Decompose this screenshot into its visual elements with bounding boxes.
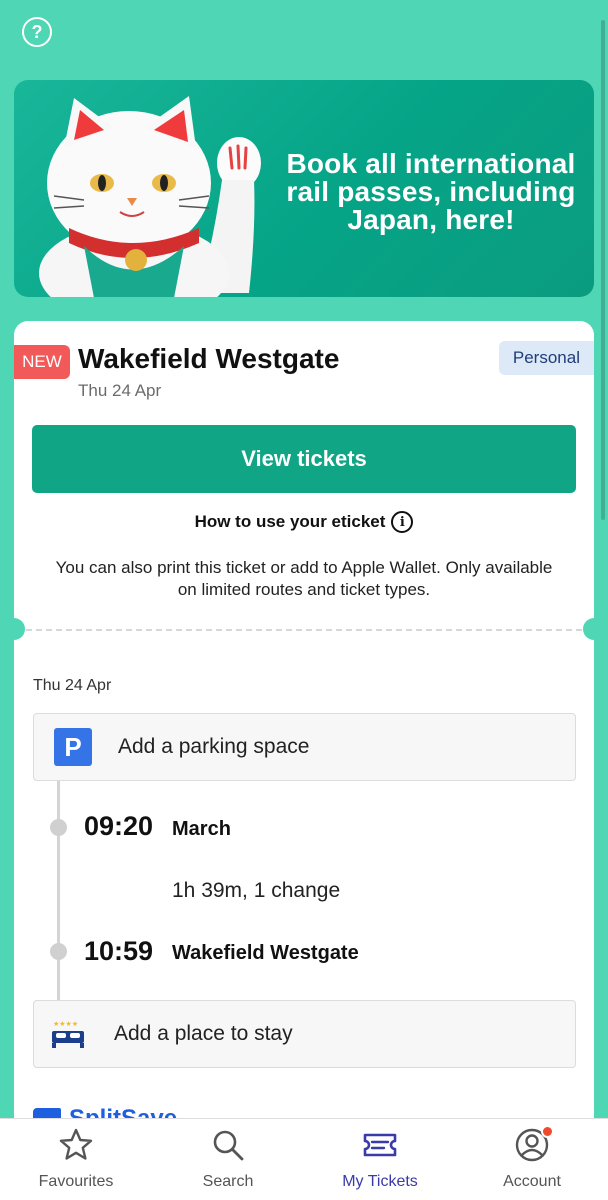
- tab-account-label: Account: [503, 1173, 561, 1190]
- ticket-card: NEW Wakefield Westgate Thu 24 Apr Person…: [3, 321, 605, 1200]
- tab-favourites[interactable]: Favourites: [0, 1119, 152, 1200]
- add-parking-button[interactable]: P Add a parking space: [33, 713, 576, 781]
- add-stay-button[interactable]: ★★★★ Add a place to stay: [33, 1000, 576, 1068]
- tab-search-label: Search: [202, 1173, 254, 1190]
- ticket-notch-right: [583, 618, 605, 640]
- bottom-tab-bar: Favourites Search My Tickets Account: [0, 1118, 608, 1200]
- star-icon: [59, 1128, 93, 1160]
- tab-my-tickets-label: My Tickets: [342, 1173, 418, 1190]
- notification-dot: [541, 1125, 554, 1138]
- howto-label: How to use your eticket: [194, 512, 386, 531]
- svg-text:★★★★: ★★★★: [53, 1020, 78, 1028]
- tab-search[interactable]: Search: [152, 1119, 304, 1200]
- view-tickets-button[interactable]: View tickets: [32, 425, 576, 493]
- question-circle-icon[interactable]: ?: [22, 17, 52, 47]
- scrollbar[interactable]: [601, 20, 605, 520]
- journey-duration: 1h 39m, 1 change: [172, 879, 341, 902]
- arrival-time: 10:59: [84, 936, 154, 966]
- ticket-icon: [363, 1133, 397, 1157]
- departure-dot: [50, 819, 67, 836]
- parking-icon: P: [54, 728, 92, 766]
- print-note: You can also print this ticket or add to…: [55, 558, 553, 599]
- tab-account[interactable]: Account: [456, 1119, 608, 1200]
- arrival-dot: [50, 943, 67, 960]
- ticket-notch-left: [3, 618, 25, 640]
- stay-label: Add a place to stay: [114, 1022, 293, 1045]
- lucky-cat-icon: [39, 96, 261, 297]
- new-badge: NEW: [14, 345, 70, 379]
- promo-banner[interactable]: Book all international rail passes, incl…: [14, 80, 594, 297]
- departure-station: March: [172, 818, 231, 840]
- account-icon-wrap: [514, 1125, 554, 1163]
- timeline-line: [57, 781, 60, 1001]
- departure-time: 09:20: [84, 811, 154, 841]
- howto-link[interactable]: How to use your eticket i: [14, 511, 594, 533]
- ticket-date: Thu 24 Apr: [78, 381, 162, 400]
- parking-label: Add a parking space: [118, 735, 310, 758]
- tab-favourites-label: Favourites: [38, 1173, 114, 1190]
- ticket-type-badge: Personal: [498, 341, 594, 375]
- journey-date: Thu 24 Apr: [33, 677, 112, 694]
- hotel-bed-icon: ★★★★: [52, 1020, 84, 1048]
- promo-text: Book all international rail passes, incl…: [286, 148, 576, 235]
- arrival-station: Wakefield Westgate: [172, 942, 359, 964]
- info-icon: i: [391, 511, 414, 533]
- destination-title: Wakefield Westgate: [78, 343, 340, 374]
- tab-my-tickets[interactable]: My Tickets: [304, 1119, 456, 1200]
- search-icon: [213, 1130, 244, 1161]
- ticket-divider: [26, 629, 582, 631]
